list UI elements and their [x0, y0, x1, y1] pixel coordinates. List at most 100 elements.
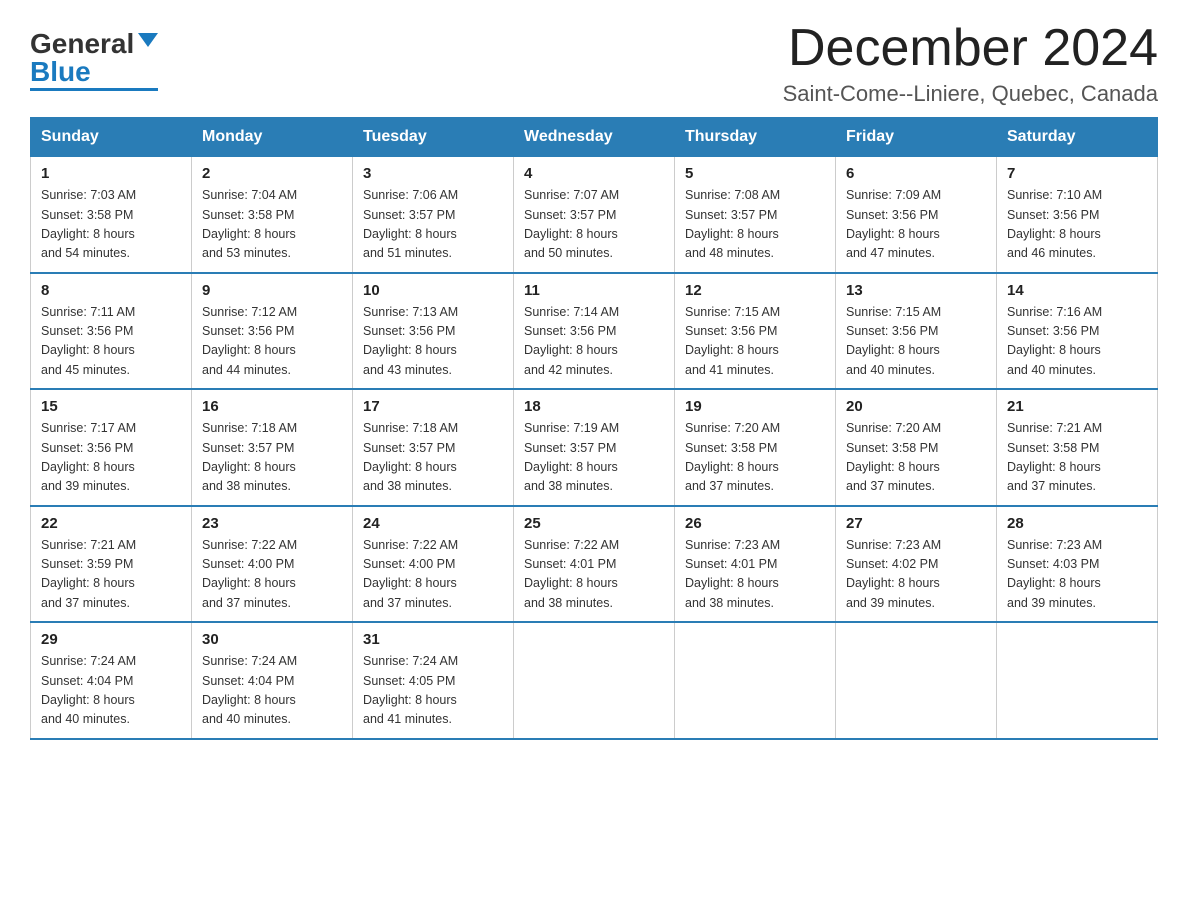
day-number: 1: [41, 165, 181, 182]
day-number: 8: [41, 282, 181, 299]
day-number: 20: [846, 398, 986, 415]
day-info: Sunrise: 7:03 AMSunset: 3:58 PMDaylight:…: [41, 186, 181, 264]
day-number: 19: [685, 398, 825, 415]
cal-cell: 22 Sunrise: 7:21 AMSunset: 3:59 PMDayligh…: [31, 506, 192, 623]
day-info: Sunrise: 7:15 AMSunset: 3:56 PMDaylight:…: [846, 303, 986, 381]
day-info: Sunrise: 7:17 AMSunset: 3:56 PMDaylight:…: [41, 419, 181, 497]
cal-cell: 23Sunrise: 7:22 AMSunset: 4:00 PMDayligh…: [192, 506, 353, 623]
cal-cell: 30 Sunrise: 7:24 AMSunset: 4:04 PMDayligh…: [192, 622, 353, 739]
week-row-2: 8Sunrise: 7:11 AMSunset: 3:56 PMDaylight…: [31, 273, 1158, 390]
cal-cell: 20 Sunrise: 7:20 AMSunset: 3:58 PMDayligh…: [836, 389, 997, 506]
day-info: Sunrise: 7:20 AMSunset: 3:58 PMDaylight:…: [685, 419, 825, 497]
day-info: Sunrise: 7:21 AMSunset: 3:58 PMDaylight:…: [1007, 419, 1147, 497]
cal-cell: 10Sunrise: 7:13 AMSunset: 3:56 PMDayligh…: [353, 273, 514, 390]
cal-cell: 14 Sunrise: 7:16 AMSunset: 3:56 PMDayligh…: [997, 273, 1158, 390]
cal-cell: 2Sunrise: 7:04 AMSunset: 3:58 PMDaylight…: [192, 157, 353, 273]
day-number: 17: [363, 398, 503, 415]
day-number: 14: [1007, 282, 1147, 299]
cal-cell: [997, 622, 1158, 739]
day-number: 13: [846, 282, 986, 299]
calendar-subtitle: Saint-Come--Liniere, Quebec, Canada: [783, 81, 1158, 107]
day-number: 24: [363, 515, 503, 532]
cal-cell: 21 Sunrise: 7:21 AMSunset: 3:58 PMDayligh…: [997, 389, 1158, 506]
day-info: Sunrise: 7:22 AMSunset: 4:01 PMDaylight:…: [524, 536, 664, 614]
day-number: 11: [524, 282, 664, 299]
cal-cell: 26Sunrise: 7:23 AMSunset: 4:01 PMDayligh…: [675, 506, 836, 623]
day-info: Sunrise: 7:24 AMSunset: 4:04 PMDaylight:…: [202, 652, 342, 730]
day-number: 30: [202, 631, 342, 648]
day-number: 7: [1007, 165, 1147, 182]
day-header-saturday: Saturday: [997, 118, 1158, 157]
cal-cell: [675, 622, 836, 739]
cal-cell: 17 Sunrise: 7:18 AMSunset: 3:57 PMDayligh…: [353, 389, 514, 506]
cal-cell: 31 Sunrise: 7:24 AMSunset: 4:05 PMDayligh…: [353, 622, 514, 739]
page-header: General Blue December 2024 Saint-Come--L…: [30, 20, 1158, 107]
day-info: Sunrise: 7:07 AMSunset: 3:57 PMDaylight:…: [524, 186, 664, 264]
day-info: Sunrise: 7:09 AMSunset: 3:56 PMDaylight:…: [846, 186, 986, 264]
logo-underline: [30, 88, 158, 91]
cal-cell: 24 Sunrise: 7:22 AMSunset: 4:00 PMDayligh…: [353, 506, 514, 623]
day-info: Sunrise: 7:23 AMSunset: 4:02 PMDaylight:…: [846, 536, 986, 614]
day-info: Sunrise: 7:16 AMSunset: 3:56 PMDaylight:…: [1007, 303, 1147, 381]
day-header-wednesday: Wednesday: [514, 118, 675, 157]
day-info: Sunrise: 7:22 AMSunset: 4:00 PMDaylight:…: [202, 536, 342, 614]
day-number: 22: [41, 515, 181, 532]
day-number: 31: [363, 631, 503, 648]
day-header-friday: Friday: [836, 118, 997, 157]
header-row: SundayMondayTuesdayWednesdayThursdayFrid…: [31, 118, 1158, 157]
cal-cell: 18Sunrise: 7:19 AMSunset: 3:57 PMDayligh…: [514, 389, 675, 506]
cal-cell: 16 Sunrise: 7:18 AMSunset: 3:57 PMDayligh…: [192, 389, 353, 506]
cal-cell: [836, 622, 997, 739]
day-info: Sunrise: 7:23 AMSunset: 4:01 PMDaylight:…: [685, 536, 825, 614]
cal-cell: 12Sunrise: 7:15 AMSunset: 3:56 PMDayligh…: [675, 273, 836, 390]
cal-cell: 15 Sunrise: 7:17 AMSunset: 3:56 PMDayligh…: [31, 389, 192, 506]
cal-cell: 5 Sunrise: 7:08 AMSunset: 3:57 PMDaylight…: [675, 157, 836, 273]
day-info: Sunrise: 7:18 AMSunset: 3:57 PMDaylight:…: [363, 419, 503, 497]
calendar-table: SundayMondayTuesdayWednesdayThursdayFrid…: [30, 117, 1158, 740]
day-info: Sunrise: 7:23 AMSunset: 4:03 PMDaylight:…: [1007, 536, 1147, 614]
day-info: Sunrise: 7:14 AMSunset: 3:56 PMDaylight:…: [524, 303, 664, 381]
cal-cell: 4Sunrise: 7:07 AMSunset: 3:57 PMDaylight…: [514, 157, 675, 273]
logo-blue-text: Blue: [30, 58, 91, 86]
day-info: Sunrise: 7:21 AMSunset: 3:59 PMDaylight:…: [41, 536, 181, 614]
day-number: 28: [1007, 515, 1147, 532]
day-number: 21: [1007, 398, 1147, 415]
day-number: 25: [524, 515, 664, 532]
cal-cell: 1 Sunrise: 7:03 AMSunset: 3:58 PMDaylight…: [31, 157, 192, 273]
cal-cell: [514, 622, 675, 739]
calendar-title: December 2024: [783, 20, 1158, 77]
day-number: 29: [41, 631, 181, 648]
week-row-4: 22 Sunrise: 7:21 AMSunset: 3:59 PMDayligh…: [31, 506, 1158, 623]
week-row-1: 1 Sunrise: 7:03 AMSunset: 3:58 PMDaylight…: [31, 157, 1158, 273]
day-number: 18: [524, 398, 664, 415]
cal-cell: 29Sunrise: 7:24 AMSunset: 4:04 PMDayligh…: [31, 622, 192, 739]
day-header-monday: Monday: [192, 118, 353, 157]
day-info: Sunrise: 7:24 AMSunset: 4:05 PMDaylight:…: [363, 652, 503, 730]
day-number: 16: [202, 398, 342, 415]
cal-cell: 3 Sunrise: 7:06 AMSunset: 3:57 PMDaylight…: [353, 157, 514, 273]
day-number: 3: [363, 165, 503, 182]
day-number: 5: [685, 165, 825, 182]
cal-cell: 11 Sunrise: 7:14 AMSunset: 3:56 PMDayligh…: [514, 273, 675, 390]
day-number: 10: [363, 282, 503, 299]
day-header-thursday: Thursday: [675, 118, 836, 157]
day-info: Sunrise: 7:12 AMSunset: 3:56 PMDaylight:…: [202, 303, 342, 381]
day-number: 27: [846, 515, 986, 532]
cal-cell: 9 Sunrise: 7:12 AMSunset: 3:56 PMDaylight…: [192, 273, 353, 390]
cal-cell: 28 Sunrise: 7:23 AMSunset: 4:03 PMDayligh…: [997, 506, 1158, 623]
day-info: Sunrise: 7:22 AMSunset: 4:00 PMDaylight:…: [363, 536, 503, 614]
day-number: 6: [846, 165, 986, 182]
cal-cell: 19 Sunrise: 7:20 AMSunset: 3:58 PMDayligh…: [675, 389, 836, 506]
day-number: 15: [41, 398, 181, 415]
week-row-5: 29 Sunrise: 7:24 AMSunset: 4:04 PMDayligh…: [31, 622, 1158, 739]
cal-cell: 13 Sunrise: 7:15 AMSunset: 3:56 PMDayligh…: [836, 273, 997, 390]
day-info: Sunrise: 7:18 AMSunset: 3:57 PMDaylight:…: [202, 419, 342, 497]
day-info: Sunrise: 7:08 AMSunset: 3:57 PMDaylight:…: [685, 186, 825, 264]
day-info: Sunrise: 7:20 AMSunset: 3:58 PMDaylight:…: [846, 419, 986, 497]
week-row-3: 15 Sunrise: 7:17 AMSunset: 3:56 PMDayligh…: [31, 389, 1158, 506]
day-number: 9: [202, 282, 342, 299]
logo: General Blue: [30, 30, 158, 91]
day-info: Sunrise: 7:06 AMSunset: 3:57 PMDaylight:…: [363, 186, 503, 264]
day-info: Sunrise: 7:15 AMSunset: 3:56 PMDaylight:…: [685, 303, 825, 381]
cal-cell: 8Sunrise: 7:11 AMSunset: 3:56 PMDaylight…: [31, 273, 192, 390]
